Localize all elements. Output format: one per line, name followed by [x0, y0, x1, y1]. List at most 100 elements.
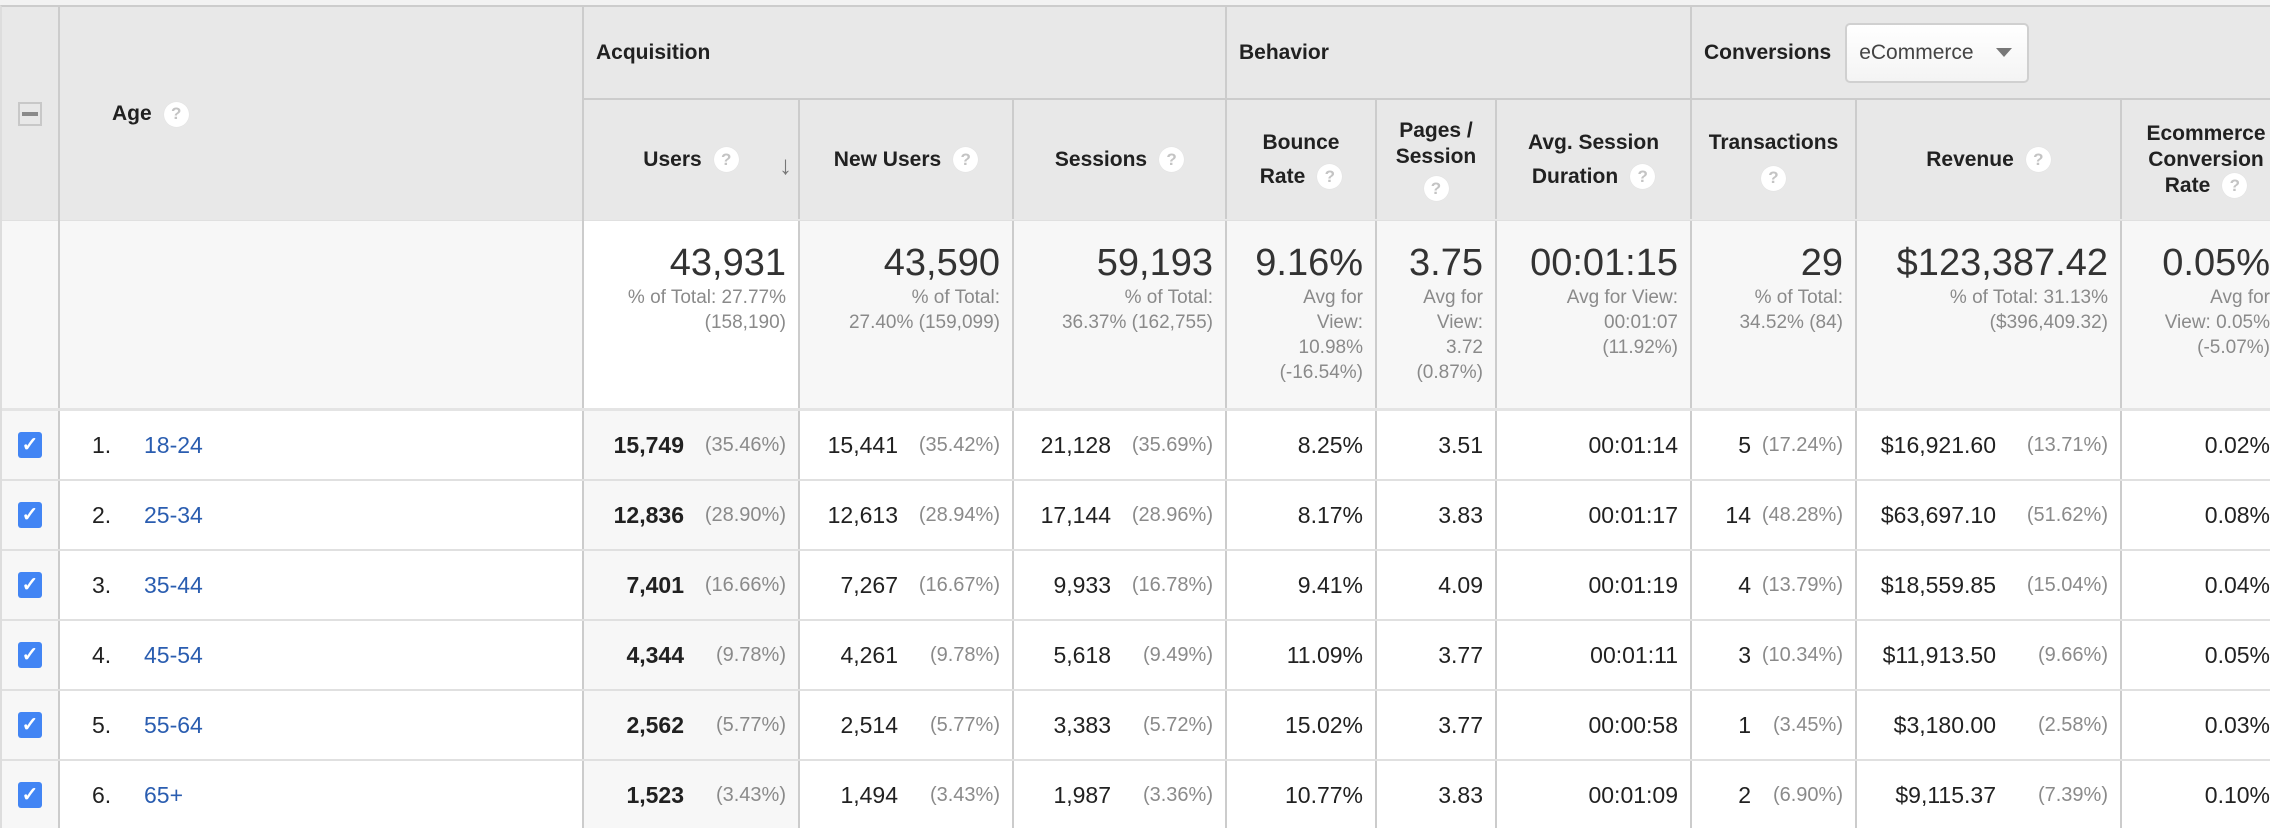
row-index: 4. [92, 641, 112, 668]
summary-value: 00:01:15 [1530, 242, 1678, 284]
cell-value: 11.09% [1286, 641, 1363, 668]
cell-value: 17,144 [1040, 501, 1111, 528]
cell-ecommerce-conversion-rate: 0.03% [2122, 691, 2270, 759]
age-link[interactable]: 25-34 [144, 502, 203, 529]
column-header-bounce-rate[interactable]: Bounce Rate? [1227, 100, 1377, 219]
column-header-sessions[interactable]: Sessions? [1014, 100, 1227, 219]
summary-value: 9.16% [1255, 242, 1363, 284]
cell-value: 4,261 [840, 641, 898, 668]
cell-transactions: 1 (3.45%) [1692, 691, 1857, 759]
summary-subtext: (11.92%) [1602, 337, 1678, 358]
age-link[interactable]: 45-54 [144, 642, 203, 669]
summary-avg-session-duration: 00:01:15 Avg for View: 00:01:07 (11.92%) [1497, 221, 1692, 408]
help-icon[interactable]: ? [2025, 147, 2051, 173]
column-header-revenue[interactable]: Revenue? [1857, 100, 2122, 219]
cell-avg-session-duration: 00:01:09 [1497, 761, 1692, 828]
summary-subtext: % of Total: [911, 287, 1000, 308]
help-icon[interactable]: ? [1630, 164, 1656, 190]
cell-percent: (13.71%) [2026, 433, 2108, 456]
cell-percent: (3.36%) [1142, 783, 1213, 806]
column-header-pages-session[interactable]: Pages / Session? [1377, 100, 1497, 219]
row-checkbox[interactable]: ✓ [18, 712, 42, 738]
cell-value: 15.02% [1284, 711, 1363, 738]
cell-percent: (13.79%) [1761, 573, 1843, 596]
column-label: Revenue [1926, 147, 2014, 171]
cell-new-users: 12,613 (28.94%) [800, 481, 1014, 549]
help-icon[interactable]: ? [713, 147, 739, 173]
table-row: ✓ 5. 55-64 2,562 (5.77%) 2,514 (5.77%) 3… [2, 691, 2270, 761]
row-checkbox[interactable]: ✓ [18, 432, 42, 458]
summary-subtext: Avg for [1303, 287, 1363, 308]
help-icon[interactable]: ? [163, 101, 189, 127]
cell-value: $18,559.85 [1880, 571, 1996, 598]
cell-value: 00:01:17 [1588, 501, 1678, 528]
summary-sessions: 59,193 % of Total: 36.37% (162,755) [1014, 221, 1227, 408]
row-checkbox[interactable]: ✓ [18, 502, 42, 528]
dropdown-value: eCommerce [1859, 40, 1974, 64]
column-label: Ecommerce Conversion Rate [2146, 121, 2266, 197]
column-header-new-users[interactable]: New Users? [800, 100, 1014, 219]
row-checkbox[interactable]: ✓ [18, 572, 42, 598]
conversions-type-dropdown[interactable]: eCommerce [1845, 22, 2030, 83]
help-icon[interactable]: ? [2222, 173, 2248, 199]
age-link[interactable]: 18-24 [144, 432, 203, 459]
column-header-transactions[interactable]: Transactions? [1692, 100, 1857, 219]
cell-value: 15,441 [827, 431, 898, 458]
cell-value: 1,523 [626, 781, 684, 808]
help-icon[interactable]: ? [953, 147, 979, 173]
cell-value: 00:01:14 [1588, 431, 1678, 458]
cell-bounce-rate: 8.17% [1227, 481, 1377, 549]
summary-subtext: Avg for [2210, 287, 2270, 308]
column-label: Sessions [1054, 147, 1148, 171]
cell-value: $3,180.00 [1893, 711, 1996, 738]
cell-percent: (5.72%) [1142, 713, 1213, 736]
summary-label-cell [60, 221, 584, 408]
summary-value: 3.75 [1409, 242, 1483, 284]
cell-value: 7,267 [840, 571, 898, 598]
help-icon[interactable]: ? [1761, 165, 1786, 191]
column-label: New Users [833, 147, 942, 171]
cell-transactions: 2 (6.90%) [1692, 761, 1857, 828]
column-label: Users [643, 147, 702, 171]
row-index: 1. [92, 431, 112, 458]
summary-subtext: Avg for [1423, 287, 1483, 308]
cell-avg-session-duration: 00:01:11 [1497, 621, 1692, 689]
cell-sessions: 1,987 (3.36%) [1014, 761, 1227, 828]
cell-revenue: $63,697.10 (51.62%) [1857, 481, 2122, 549]
column-header-ecommerce-conversion-rate[interactable]: Ecommerce Conversion Rate? [2122, 100, 2270, 219]
column-label: Pages / Session [1395, 119, 1477, 168]
row-check-cell: ✓ [2, 621, 60, 689]
summary-subtext: % of Total: [1124, 287, 1213, 308]
age-link[interactable]: 35-44 [144, 572, 203, 599]
row-checkbox[interactable]: ✓ [18, 642, 42, 668]
column-header-avg-session-duration[interactable]: Avg. Session Duration? [1497, 100, 1692, 219]
help-icon[interactable]: ? [1159, 147, 1185, 173]
help-icon[interactable]: ? [1317, 164, 1343, 190]
cell-value: 00:01:19 [1588, 571, 1678, 598]
arrow-down-icon[interactable]: ↓ [779, 148, 792, 182]
cell-percent: (9.66%) [2037, 643, 2108, 666]
summary-subtext: Avg for View: [1566, 287, 1678, 308]
summary-value: $123,387.42 [1896, 242, 2108, 284]
cell-percent: (28.90%) [704, 503, 786, 526]
cell-value: 3.77 [1438, 641, 1483, 668]
row-checkbox[interactable]: ✓ [18, 782, 42, 808]
cell-percent: (9.49%) [1142, 643, 1213, 666]
report-table: Age ? Acquisition Behavior Conversions e… [0, 5, 2270, 828]
cell-value: $16,921.60 [1880, 431, 1996, 458]
select-all-checkbox[interactable] [18, 102, 42, 126]
cell-bounce-rate: 9.41% [1227, 551, 1377, 619]
cell-value: 0.08% [2204, 501, 2270, 528]
age-link[interactable]: 55-64 [144, 712, 203, 739]
checkmark-icon: ✓ [21, 434, 39, 456]
cell-revenue: $3,180.00 (2.58%) [1857, 691, 2122, 759]
cell-percent: (16.78%) [1131, 573, 1213, 596]
row-index: 6. [92, 781, 112, 808]
column-header-users[interactable]: Users? ↓ [584, 100, 800, 219]
cell-pages-session: 3.83 [1377, 481, 1497, 549]
cell-value: 15,749 [613, 431, 684, 458]
summary-value: 29 [1800, 242, 1843, 284]
age-link[interactable]: 65+ [144, 782, 183, 809]
help-icon[interactable]: ? [1423, 176, 1449, 201]
dimension-header-age[interactable]: Age ? [60, 7, 584, 221]
